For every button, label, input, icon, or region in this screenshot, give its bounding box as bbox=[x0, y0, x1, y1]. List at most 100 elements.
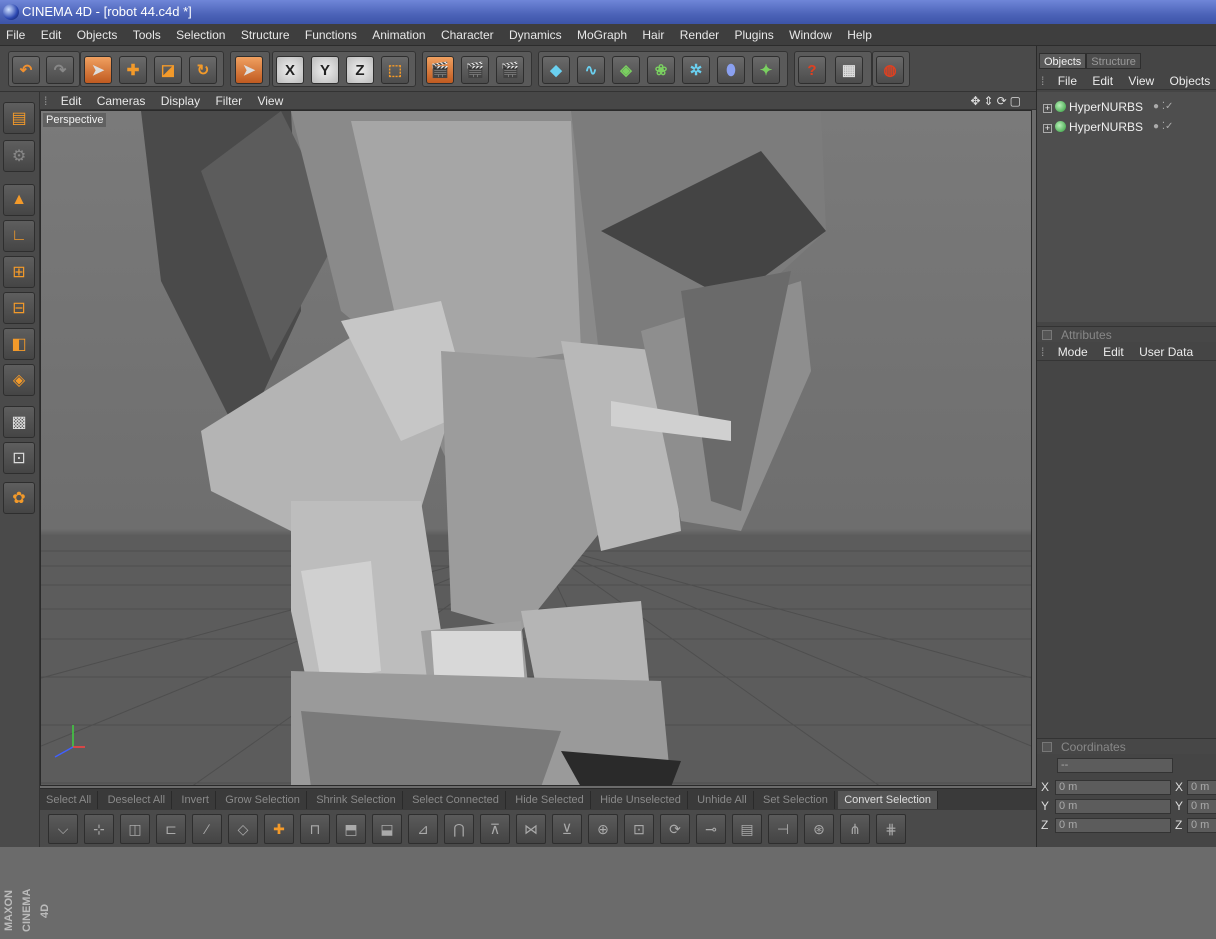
menu-file[interactable]: File bbox=[0, 24, 31, 46]
object-row-hypernurbs[interactable]: + HyperNURBS ● ⁚✓ bbox=[1043, 118, 1173, 136]
object-axis-icon[interactable]: ▲ bbox=[3, 184, 35, 216]
extrude-inner-icon[interactable]: ⬓ bbox=[372, 814, 402, 844]
array-tool-icon[interactable]: ▤ bbox=[732, 814, 762, 844]
deformer-icon[interactable]: ✲ bbox=[682, 56, 710, 84]
sculpt-icon[interactable]: ✿ bbox=[3, 482, 35, 514]
mirror-icon[interactable]: ⊼ bbox=[480, 814, 510, 844]
command-shrink-selection[interactable]: Shrink Selection bbox=[310, 791, 403, 809]
subdivide-icon[interactable]: ⋕ bbox=[876, 814, 906, 844]
edges-mode-icon[interactable]: ⊟ bbox=[3, 292, 35, 324]
knife-icon[interactable]: ⌵ bbox=[48, 814, 78, 844]
scene-icon[interactable]: ⬮ bbox=[717, 56, 745, 84]
stitch-icon[interactable]: ⟳ bbox=[660, 814, 690, 844]
model-tool-icon[interactable]: ⚙ bbox=[3, 140, 35, 172]
expand-icon[interactable]: + bbox=[1043, 124, 1052, 133]
menu-character[interactable]: Character bbox=[435, 24, 500, 46]
command-hide-selected[interactable]: Hide Selected bbox=[509, 791, 591, 809]
menu-animation[interactable]: Animation bbox=[366, 24, 431, 46]
align-normals-icon[interactable]: ⊣ bbox=[768, 814, 798, 844]
create-point-icon[interactable]: ✚ bbox=[264, 814, 294, 844]
layout-icon[interactable]: ▤ bbox=[3, 102, 35, 134]
reverse-normals-icon[interactable]: ⊛ bbox=[804, 814, 834, 844]
array-icon[interactable]: ❀ bbox=[647, 56, 675, 84]
viewport-menu-edit[interactable]: Edit bbox=[55, 92, 88, 110]
smooth-shift-icon[interactable]: ⊕ bbox=[588, 814, 618, 844]
menu-edit[interactable]: Edit bbox=[35, 24, 68, 46]
menu-dynamics[interactable]: Dynamics bbox=[503, 24, 568, 46]
viewport-menu-display[interactable]: Display bbox=[155, 92, 206, 110]
set-point-value-icon[interactable]: ⋈ bbox=[516, 814, 546, 844]
command-deselect-all[interactable]: Deselect All bbox=[102, 791, 173, 809]
close-polygon-hole-icon[interactable]: ◇ bbox=[228, 814, 258, 844]
x-axis-lock-icon[interactable]: X bbox=[276, 56, 304, 84]
z-axis-lock-icon[interactable]: Z bbox=[346, 56, 374, 84]
recent-tool-icon[interactable]: ➤ bbox=[235, 56, 263, 84]
menu-tools[interactable]: Tools bbox=[127, 24, 167, 46]
undo-icon[interactable]: ↶ bbox=[12, 56, 40, 84]
weld-icon[interactable]: ⊡ bbox=[624, 814, 654, 844]
particle-icon[interactable]: ✦ bbox=[752, 56, 780, 84]
redo-icon[interactable]: ↷ bbox=[46, 56, 74, 84]
command-select-all[interactable]: Select All bbox=[40, 791, 99, 809]
menu-mograph[interactable]: MoGraph bbox=[571, 24, 633, 46]
viewport-menu-filter[interactable]: Filter bbox=[209, 92, 248, 110]
weight-icon[interactable]: ⊸ bbox=[696, 814, 726, 844]
live-selection-icon[interactable]: ➤ bbox=[84, 56, 112, 84]
size-x-field[interactable]: 0 m bbox=[1187, 780, 1216, 795]
rotate-icon[interactable]: ↻ bbox=[189, 56, 217, 84]
extrude-icon[interactable]: ⬒ bbox=[336, 814, 366, 844]
object-row-hypernurbs[interactable]: + HyperNURBS ● ⁚✓ bbox=[1043, 98, 1173, 116]
attributes-menu-edit[interactable]: Edit bbox=[1097, 343, 1130, 361]
objects-menu-objects[interactable]: Objects bbox=[1164, 72, 1216, 90]
brush-icon[interactable]: ∕ bbox=[192, 814, 222, 844]
menu-render[interactable]: Render bbox=[674, 24, 725, 46]
position-z-field[interactable]: 0 m bbox=[1055, 818, 1171, 833]
expand-icon[interactable]: + bbox=[1043, 104, 1052, 113]
slide-icon[interactable]: ⊻ bbox=[552, 814, 582, 844]
object-flags-icon[interactable]: ● ⁚✓ bbox=[1153, 118, 1193, 136]
coordinates-toggle[interactable] bbox=[1042, 742, 1052, 752]
position-x-field[interactable]: 0 m bbox=[1055, 780, 1171, 795]
spline-icon[interactable]: ∿ bbox=[577, 56, 605, 84]
menu-structure[interactable]: Structure bbox=[235, 24, 296, 46]
y-axis-lock-icon[interactable]: Y bbox=[311, 56, 339, 84]
menu-help[interactable]: Help bbox=[841, 24, 878, 46]
coordinates-mode-select[interactable]: -- bbox=[1057, 758, 1173, 773]
menu-window[interactable]: Window bbox=[783, 24, 838, 46]
texture-mode-icon[interactable]: ◈ bbox=[3, 364, 35, 396]
matrix-extrude-icon[interactable]: ⊿ bbox=[408, 814, 438, 844]
command-convert-selection[interactable]: Convert Selection bbox=[838, 791, 939, 809]
attributes-menu-mode[interactable]: Mode bbox=[1052, 343, 1094, 361]
command-set-selection[interactable]: Set Selection bbox=[757, 791, 835, 809]
web-globe-icon[interactable]: ◍ bbox=[876, 56, 904, 84]
viewport-menu-cameras[interactable]: Cameras bbox=[91, 92, 152, 110]
axis-tool-icon[interactable]: ∟ bbox=[3, 220, 35, 252]
move-icon[interactable]: ✚ bbox=[119, 56, 147, 84]
menu-objects[interactable]: Objects bbox=[71, 24, 124, 46]
script-manager-icon[interactable]: ▦ bbox=[835, 56, 863, 84]
tab-structure[interactable]: Structure bbox=[1086, 53, 1141, 69]
size-y-field[interactable]: 0 m bbox=[1187, 799, 1216, 814]
workplane-icon[interactable]: ⊡ bbox=[3, 442, 35, 474]
optimize-icon[interactable]: ⋔ bbox=[840, 814, 870, 844]
polygons-mode-icon[interactable]: ◧ bbox=[3, 328, 35, 360]
size-z-field[interactable]: 0 m bbox=[1187, 818, 1216, 833]
uv-mode-icon[interactable]: ▩ bbox=[3, 406, 35, 438]
command-grow-selection[interactable]: Grow Selection bbox=[219, 791, 307, 809]
create-polygon-icon[interactable]: ⊓ bbox=[300, 814, 330, 844]
cube-icon[interactable]: ◆ bbox=[542, 56, 570, 84]
viewport-navigation-icons[interactable]: ✥⇕⟳▢ bbox=[964, 92, 1030, 110]
command-hide-unselected[interactable]: Hide Unselected bbox=[594, 791, 688, 809]
command-select-connected[interactable]: Select Connected bbox=[406, 791, 506, 809]
menu-plugins[interactable]: Plugins bbox=[728, 24, 779, 46]
bevel-icon[interactable]: ◫ bbox=[120, 814, 150, 844]
bridge-icon[interactable]: ⊏ bbox=[156, 814, 186, 844]
points-mode-icon[interactable]: ⊞ bbox=[3, 256, 35, 288]
attributes-toggle[interactable] bbox=[1042, 330, 1052, 340]
command-invert[interactable]: Invert bbox=[175, 791, 216, 809]
command-unhide-all[interactable]: Unhide All bbox=[691, 791, 754, 809]
objects-menu-edit[interactable]: Edit bbox=[1086, 72, 1119, 90]
objects-menu-file[interactable]: File bbox=[1052, 72, 1083, 90]
scale-icon[interactable]: ◪ bbox=[154, 56, 182, 84]
attributes-menu-user-data[interactable]: User Data bbox=[1133, 343, 1199, 361]
